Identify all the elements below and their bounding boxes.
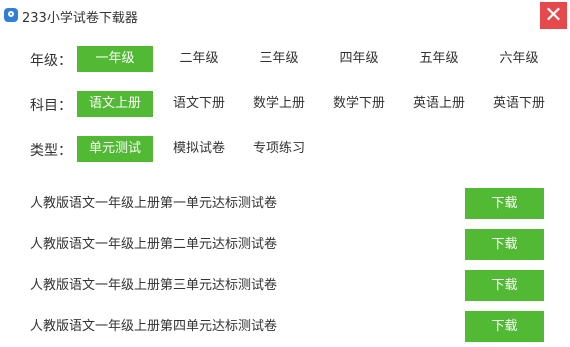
paper-title: 人教版语文一年级上册第四单元达标测试卷 xyxy=(30,319,278,334)
paper-title: 人教版语文一年级上册第一单元达标测试卷 xyxy=(30,196,278,211)
type-option-3[interactable]: 专项练习 xyxy=(241,136,317,162)
paper-title: 人教版语文一年级上册第二单元达标测试卷 xyxy=(30,237,278,252)
paper-list-item: 人教版语文一年级上册第二单元达标测试卷 下载 xyxy=(0,229,570,260)
window-title: 233小学试卷下载器 xyxy=(22,11,138,26)
paper-list-item: 人教版语文一年级上册第三单元达标测试卷 下载 xyxy=(0,270,570,301)
subject-option-1[interactable]: 语文上册 xyxy=(77,91,153,117)
subject-option-6[interactable]: 英语下册 xyxy=(481,91,557,117)
type-filter-row: 类型： 单元测试 模拟试卷 专项练习 xyxy=(0,136,570,162)
subject-label: 科目： xyxy=(30,98,72,114)
close-button[interactable]: ✕ xyxy=(540,2,567,29)
download-button[interactable]: 下载 xyxy=(465,311,544,342)
grade-option-4[interactable]: 四年级 xyxy=(321,46,397,72)
app-logo-icon xyxy=(4,8,18,22)
grade-option-6[interactable]: 六年级 xyxy=(481,46,557,72)
type-label: 类型： xyxy=(30,143,72,159)
download-button[interactable]: 下载 xyxy=(465,229,544,260)
type-option-1[interactable]: 单元测试 xyxy=(77,136,153,162)
type-option-2[interactable]: 模拟试卷 xyxy=(161,136,237,162)
title-bar: 233小学试卷下载器 ✕ xyxy=(0,0,570,30)
grade-filter-row: 年级： 一年级 二年级 三年级 四年级 五年级 六年级 xyxy=(0,46,570,72)
paper-title: 人教版语文一年级上册第三单元达标测试卷 xyxy=(30,278,278,293)
download-button[interactable]: 下载 xyxy=(465,188,544,219)
grade-option-5[interactable]: 五年级 xyxy=(401,46,477,72)
subject-option-3[interactable]: 数学上册 xyxy=(241,91,317,117)
grade-option-3[interactable]: 三年级 xyxy=(241,46,317,72)
grade-option-2[interactable]: 二年级 xyxy=(161,46,237,72)
subject-option-5[interactable]: 英语上册 xyxy=(401,91,477,117)
paper-list-item: 人教版语文一年级上册第四单元达标测试卷 下载 xyxy=(0,311,570,342)
paper-list-item: 人教版语文一年级上册第一单元达标测试卷 下载 xyxy=(0,188,570,219)
grade-label: 年级： xyxy=(30,53,72,69)
subject-option-2[interactable]: 语文下册 xyxy=(161,91,237,117)
download-button[interactable]: 下载 xyxy=(465,270,544,301)
subject-filter-row: 科目： 语文上册 语文下册 数学上册 数学下册 英语上册 英语下册 xyxy=(0,91,570,117)
subject-option-4[interactable]: 数学下册 xyxy=(321,91,397,117)
grade-option-1[interactable]: 一年级 xyxy=(77,46,153,72)
